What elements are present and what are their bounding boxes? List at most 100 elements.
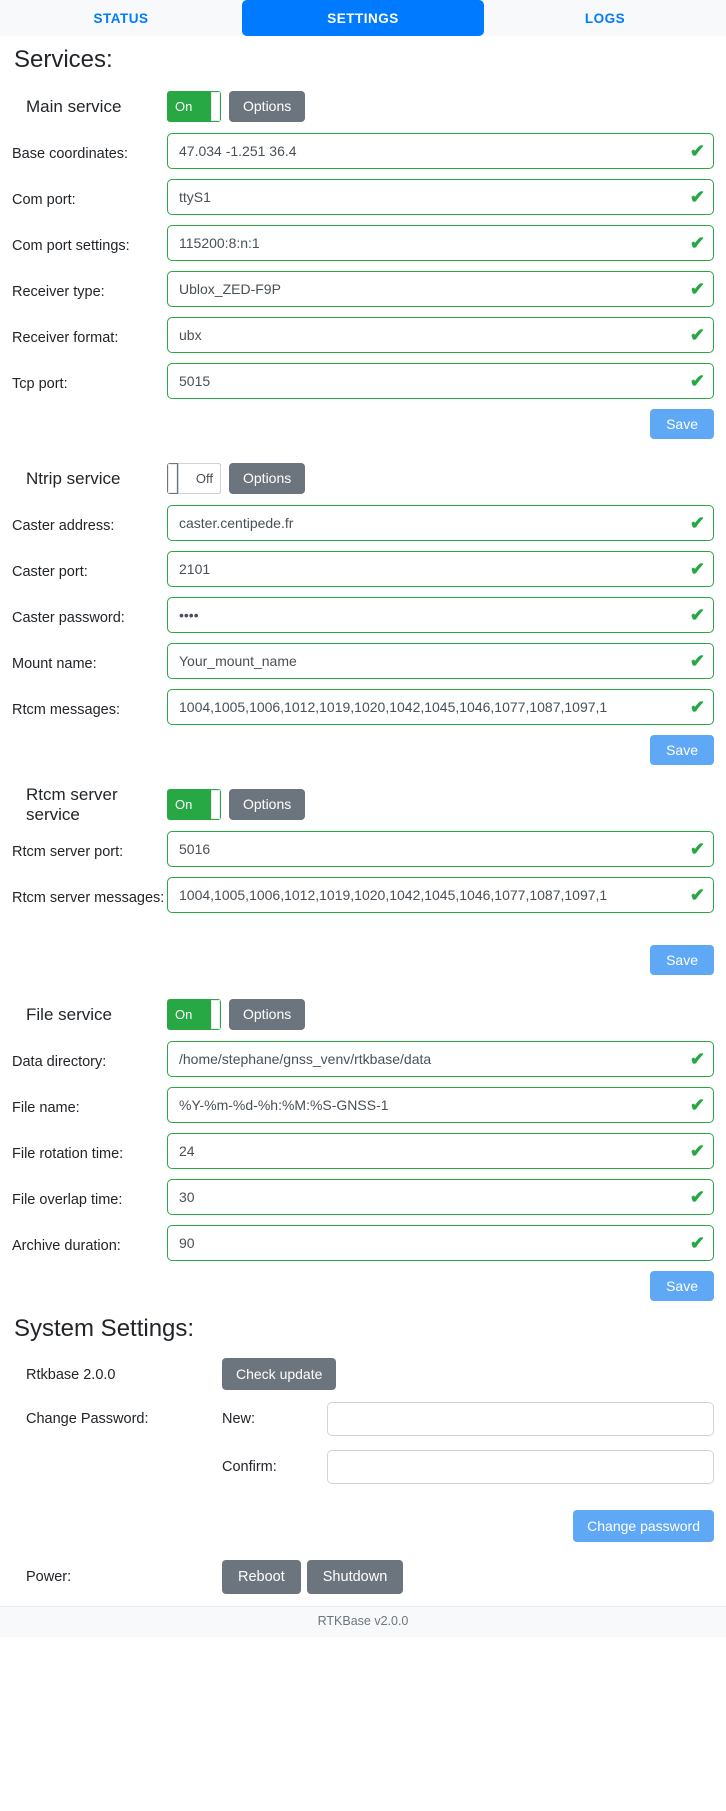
label-rtcm-server-port: Rtcm server port: bbox=[12, 843, 124, 860]
input-mount-name[interactable] bbox=[167, 642, 714, 679]
input-rtcm-server-port[interactable] bbox=[167, 830, 714, 867]
new-password-label: New: bbox=[222, 1410, 256, 1427]
tab-settings[interactable]: SETTINGS bbox=[242, 0, 484, 36]
field-row-receiver-type: Receiver type: ✔ bbox=[12, 270, 714, 307]
label-receiver-format: Receiver format: bbox=[12, 329, 119, 346]
field-rtcm-messages: ✔ bbox=[167, 688, 714, 725]
tab-status[interactable]: STATUS bbox=[0, 0, 242, 36]
input-file-overlap-time[interactable] bbox=[167, 1178, 714, 1215]
input-caster-port[interactable] bbox=[167, 550, 714, 587]
input-file-name[interactable] bbox=[167, 1086, 714, 1123]
tab-settings-label: SETTINGS bbox=[327, 10, 399, 26]
label-com-port-settings: Com port settings: bbox=[12, 237, 130, 254]
field-row-archive-duration: Archive duration: ✔ bbox=[12, 1224, 714, 1261]
input-base-coordinates[interactable] bbox=[167, 132, 714, 169]
field-receiver-format: ✔ bbox=[167, 316, 714, 353]
label-base-coordinates: Base coordinates: bbox=[12, 145, 129, 162]
label-data-directory: Data directory: bbox=[12, 1053, 107, 1070]
rtcm-server-service-toggle-label: On bbox=[175, 797, 193, 813]
field-row-mount-name: Mount name: ✔ bbox=[12, 642, 714, 679]
shutdown-button[interactable]: Shutdown bbox=[306, 1559, 404, 1594]
rtcm-server-service-save-row: Save bbox=[12, 944, 714, 975]
change-password-button[interactable]: Change password bbox=[573, 1509, 714, 1542]
tab-logs[interactable]: LOGS bbox=[484, 0, 726, 36]
file-service-options-button[interactable]: Options bbox=[229, 999, 306, 1031]
input-data-directory[interactable] bbox=[167, 1040, 714, 1077]
field-row-rtcm-messages: Rtcm messages: ✔ bbox=[12, 688, 714, 725]
new-password-input[interactable] bbox=[327, 1401, 714, 1436]
rtkbase-version-label: Rtkbase 2.0.0 bbox=[26, 1366, 116, 1383]
power-row: Power: Reboot Shutdown bbox=[12, 1559, 714, 1594]
label-file-name: File name: bbox=[12, 1099, 80, 1116]
label-rtcm-server-messages: Rtcm server messages: bbox=[12, 889, 165, 906]
toggle-knob-icon bbox=[211, 790, 220, 820]
power-buttons: Reboot Shutdown bbox=[222, 1559, 404, 1594]
confirm-password-input[interactable] bbox=[327, 1449, 714, 1484]
file-service-toggle[interactable]: On bbox=[167, 999, 221, 1031]
main-service-options-button[interactable]: Options bbox=[229, 91, 306, 123]
label-archive-duration: Archive duration: bbox=[12, 1237, 121, 1254]
ntrip-service-save-button[interactable]: Save bbox=[650, 734, 714, 765]
field-caster-password: ✔ bbox=[167, 596, 714, 633]
field-com-port: ✔ bbox=[167, 178, 714, 215]
field-row-receiver-format: Receiver format: ✔ bbox=[12, 316, 714, 353]
main-tabbar: STATUS SETTINGS LOGS bbox=[0, 0, 726, 36]
ntrip-service-header: Ntrip service Off Options bbox=[12, 453, 714, 505]
ntrip-service-save-row: Save bbox=[12, 734, 714, 765]
reboot-button[interactable]: Reboot bbox=[222, 1559, 301, 1594]
field-data-directory: ✔ bbox=[167, 1040, 714, 1077]
rtcm-server-service-toggle[interactable]: On bbox=[167, 789, 221, 821]
field-com-port-settings: ✔ bbox=[167, 224, 714, 261]
change-password-button-row: Change password bbox=[12, 1509, 714, 1542]
input-caster-password[interactable] bbox=[167, 596, 714, 633]
label-tcp-port: Tcp port: bbox=[12, 375, 68, 392]
field-mount-name: ✔ bbox=[167, 642, 714, 679]
field-row-rtcm-server-messages: Rtcm server messages: ✔ bbox=[12, 876, 714, 913]
change-password-row: Change Password: New: Confirm: bbox=[12, 1401, 714, 1498]
input-com-port-settings[interactable] bbox=[167, 224, 714, 261]
label-receiver-type: Receiver type: bbox=[12, 283, 105, 300]
input-receiver-type[interactable] bbox=[167, 270, 714, 307]
rtcm-server-service-name: Rtcm server service bbox=[26, 784, 118, 824]
system-settings-heading: System Settings: bbox=[14, 1314, 195, 1342]
field-row-com-port: Com port: ✔ bbox=[12, 178, 714, 215]
field-row-file-name: File name: ✔ bbox=[12, 1086, 714, 1123]
field-row-file-rotation-time: File rotation time: ✔ bbox=[12, 1132, 714, 1169]
main-service-name: Main service bbox=[26, 96, 122, 116]
input-tcp-port[interactable] bbox=[167, 362, 714, 399]
field-row-data-directory: Data directory: ✔ bbox=[12, 1040, 714, 1077]
label-caster-address: Caster address: bbox=[12, 517, 115, 534]
ntrip-service-toggle-label: Off bbox=[195, 471, 213, 487]
input-rtcm-server-messages[interactable] bbox=[167, 876, 714, 913]
field-file-rotation-time: ✔ bbox=[167, 1132, 714, 1169]
label-file-overlap-time: File overlap time: bbox=[12, 1191, 123, 1208]
field-file-overlap-time: ✔ bbox=[167, 1178, 714, 1215]
rtcm-server-service-save-button[interactable]: Save bbox=[650, 944, 714, 975]
input-caster-address[interactable] bbox=[167, 504, 714, 541]
file-service-save-row: Save bbox=[12, 1270, 714, 1301]
check-update-button[interactable]: Check update bbox=[222, 1357, 337, 1390]
footer-text: RTKBase v2.0.0 bbox=[317, 1613, 409, 1628]
field-rtcm-server-port: ✔ bbox=[167, 830, 714, 867]
label-com-port: Com port: bbox=[12, 191, 76, 208]
input-file-rotation-time[interactable] bbox=[167, 1132, 714, 1169]
input-receiver-format[interactable] bbox=[167, 316, 714, 353]
rtcm-server-service-options-button[interactable]: Options bbox=[229, 789, 306, 821]
ntrip-service-options-button[interactable]: Options bbox=[229, 463, 306, 495]
toggle-knob-icon bbox=[168, 464, 177, 494]
page-footer: RTKBase v2.0.0 bbox=[0, 1605, 726, 1637]
ntrip-service-toggle[interactable]: Off bbox=[167, 463, 221, 495]
field-rtcm-server-messages: ✔ bbox=[167, 876, 714, 913]
main-service-toggle[interactable]: On bbox=[167, 91, 221, 123]
field-row-caster-password: Caster password: ✔ bbox=[12, 596, 714, 633]
confirm-password-line: Confirm: bbox=[222, 1449, 714, 1484]
label-caster-password: Caster password: bbox=[12, 609, 125, 626]
input-archive-duration[interactable] bbox=[167, 1224, 714, 1261]
toggle-knob-icon bbox=[211, 92, 220, 122]
input-rtcm-messages[interactable] bbox=[167, 688, 714, 725]
label-file-rotation-time: File rotation time: bbox=[12, 1145, 124, 1162]
file-service-save-button[interactable]: Save bbox=[650, 1270, 714, 1301]
version-row: Rtkbase 2.0.0 Check update bbox=[12, 1357, 714, 1390]
input-com-port[interactable] bbox=[167, 178, 714, 215]
main-service-save-button[interactable]: Save bbox=[650, 408, 714, 439]
